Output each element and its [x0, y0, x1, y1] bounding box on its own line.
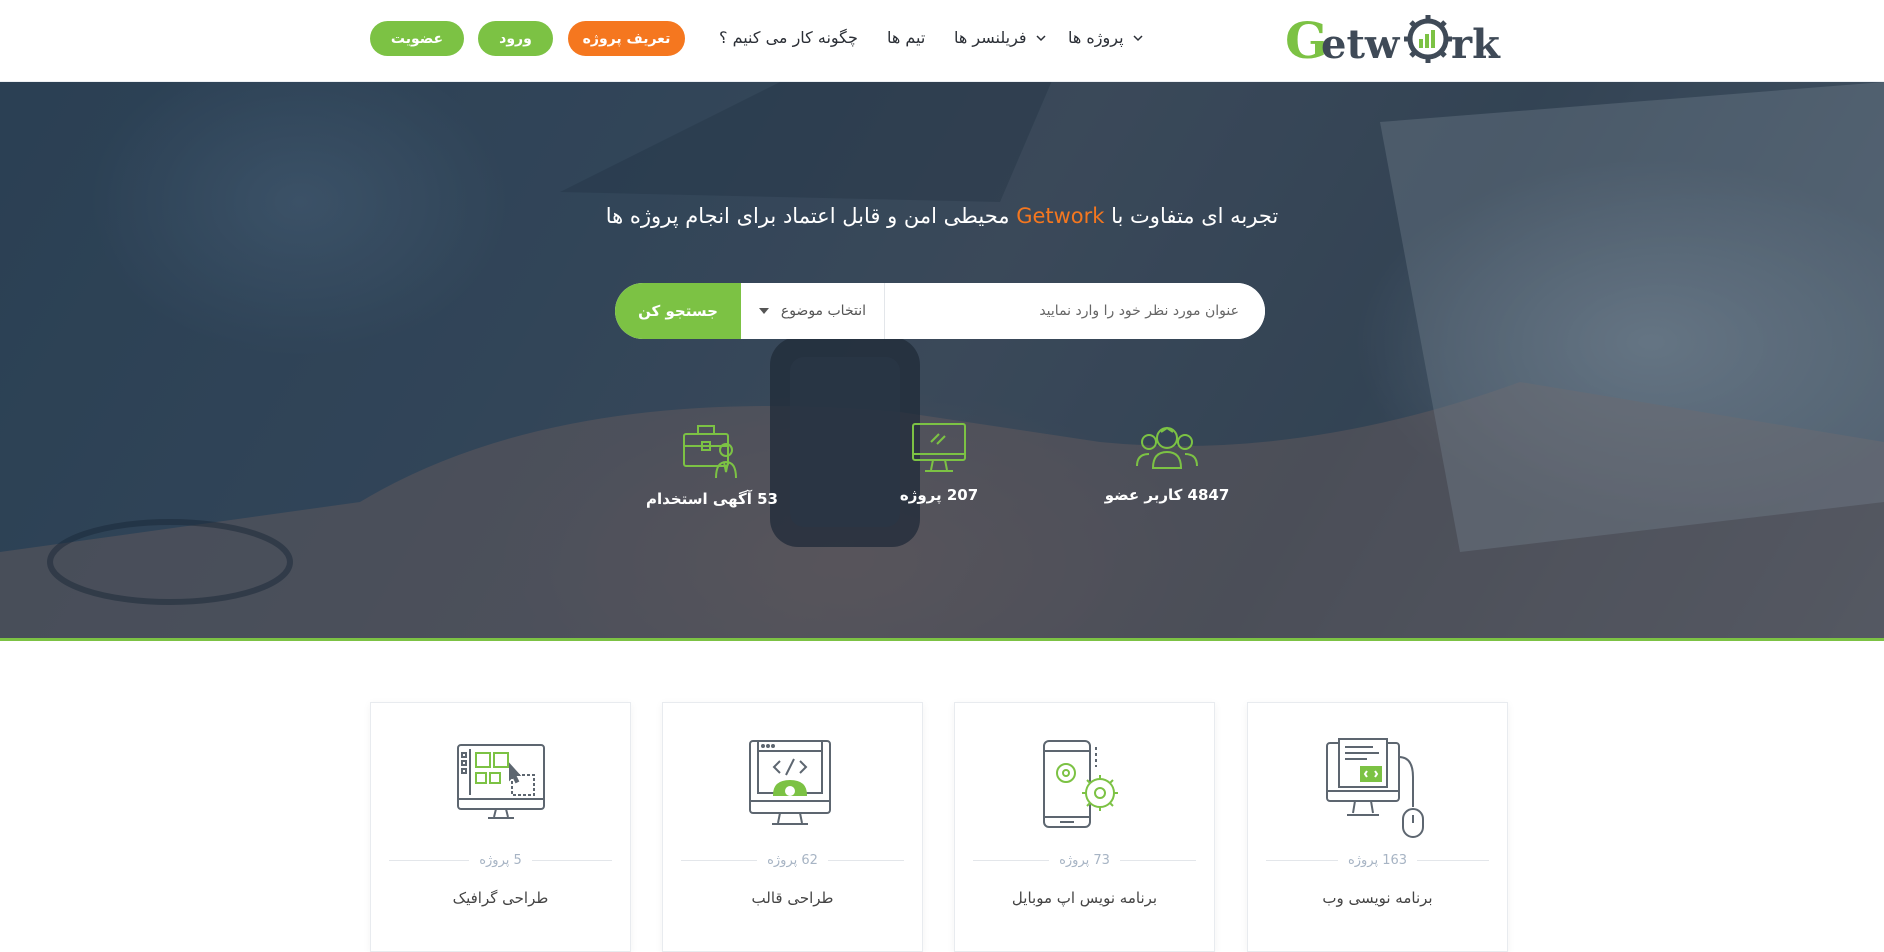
users-icon	[1136, 426, 1198, 469]
category-card-graphic[interactable]: 5 پروژه طراحی گرافیک	[370, 702, 631, 952]
hero-section: تجربه ای متفاوت با Getwork محیطی امن و ق…	[0, 82, 1884, 638]
category-card-web[interactable]: 163 پروژه برنامه نویسی وب	[1247, 702, 1508, 952]
chevron-down-icon	[1036, 34, 1046, 41]
category-title: طراحی گرافیک	[452, 889, 549, 907]
monitor-icon	[912, 423, 966, 472]
category-count: 73 پروژه	[973, 853, 1196, 868]
category-card-template[interactable]: 62 پروژه طراحی قالب	[662, 702, 923, 952]
category-count-text: 62 پروژه	[767, 853, 818, 868]
category-count: 62 پروژه	[681, 853, 904, 868]
hero-divider	[0, 638, 1884, 641]
web-code-icon	[1325, 738, 1424, 838]
search-bar: جستجو کن انتخاب موضوع	[615, 283, 1265, 339]
hero-title-part-2: محیطی امن و قابل اعتماد برای انجام پروژه…	[605, 204, 1017, 228]
category-title: برنامه نویسی وب	[1322, 889, 1433, 907]
category-card-mobile[interactable]: 73 پروژه برنامه نویس اپ موبایل	[954, 702, 1215, 952]
stat-jobs-label: 53 آگهی استخدام	[646, 490, 778, 508]
category-count: 5 پروژه	[388, 853, 612, 868]
nav-teams[interactable]: تیم ها	[887, 28, 925, 47]
svg-text:rk: rk	[1451, 21, 1501, 66]
stat-projects: 207 پروژه	[859, 420, 1019, 504]
login-button[interactable]: ورود	[478, 21, 553, 56]
category-count: 163 پروژه	[1266, 853, 1489, 868]
nav-how-it-works-label: چگونه کار می کنیم ؟	[719, 28, 858, 47]
hero-title-part-1: تجربه ای متفاوت با	[1104, 204, 1279, 228]
category-count-text: 73 پروژه	[1059, 853, 1110, 868]
nav-freelancers[interactable]: فریلنسر ها	[954, 28, 1047, 47]
hero-title-brand: Getwork	[1016, 204, 1105, 228]
hero-overlay	[0, 82, 1884, 638]
stat-projects-label: 207 پروژه	[899, 486, 979, 504]
briefcase-icon	[683, 425, 737, 479]
post-project-button[interactable]: تعریف پروژه	[568, 21, 685, 56]
signup-button[interactable]: عضویت	[370, 21, 464, 56]
nav-teams-label: تیم ها	[887, 28, 926, 47]
nav-projects-label: پروژه ها	[1068, 28, 1124, 47]
topic-select-value: انتخاب موضوع	[780, 303, 866, 319]
chevron-down-icon	[1132, 34, 1143, 41]
category-count-text: 5 پروژه	[479, 853, 522, 868]
caret-down-icon	[759, 308, 769, 314]
mobile-gears-icon	[1042, 740, 1118, 828]
topic-select[interactable]: انتخاب موضوع	[741, 283, 885, 339]
svg-text:etw: etw	[1321, 21, 1401, 66]
stat-users: 4847 کاربر عضو	[1087, 420, 1247, 504]
hero-title: تجربه ای متفاوت با Getwork محیطی امن و ق…	[0, 204, 1884, 228]
nav-how-it-works[interactable]: چگونه کار می کنیم ؟	[719, 28, 858, 47]
getwork-logo[interactable]: G etw rk	[1285, 14, 1511, 66]
category-title: طراحی قالب	[751, 889, 834, 907]
nav-freelancers-label: فریلنسر ها	[954, 28, 1027, 47]
category-title: برنامه نویس اپ موبایل	[1011, 889, 1158, 907]
site-header: G etw rk پروژه ها فریلنسر ها تیم ها چگون…	[0, 0, 1884, 82]
template-code-icon	[748, 740, 831, 825]
category-count-text: 163 پروژه	[1347, 853, 1408, 868]
stat-jobs: 53 آگهی استخدام	[632, 420, 792, 508]
search-input[interactable]	[885, 283, 1265, 339]
graphic-design-icon	[456, 744, 545, 819]
search-button[interactable]: جستجو کن	[615, 283, 741, 339]
stat-users-label: 4847 کاربر عضو	[1104, 486, 1230, 504]
nav-projects[interactable]: پروژه ها	[1068, 28, 1144, 47]
